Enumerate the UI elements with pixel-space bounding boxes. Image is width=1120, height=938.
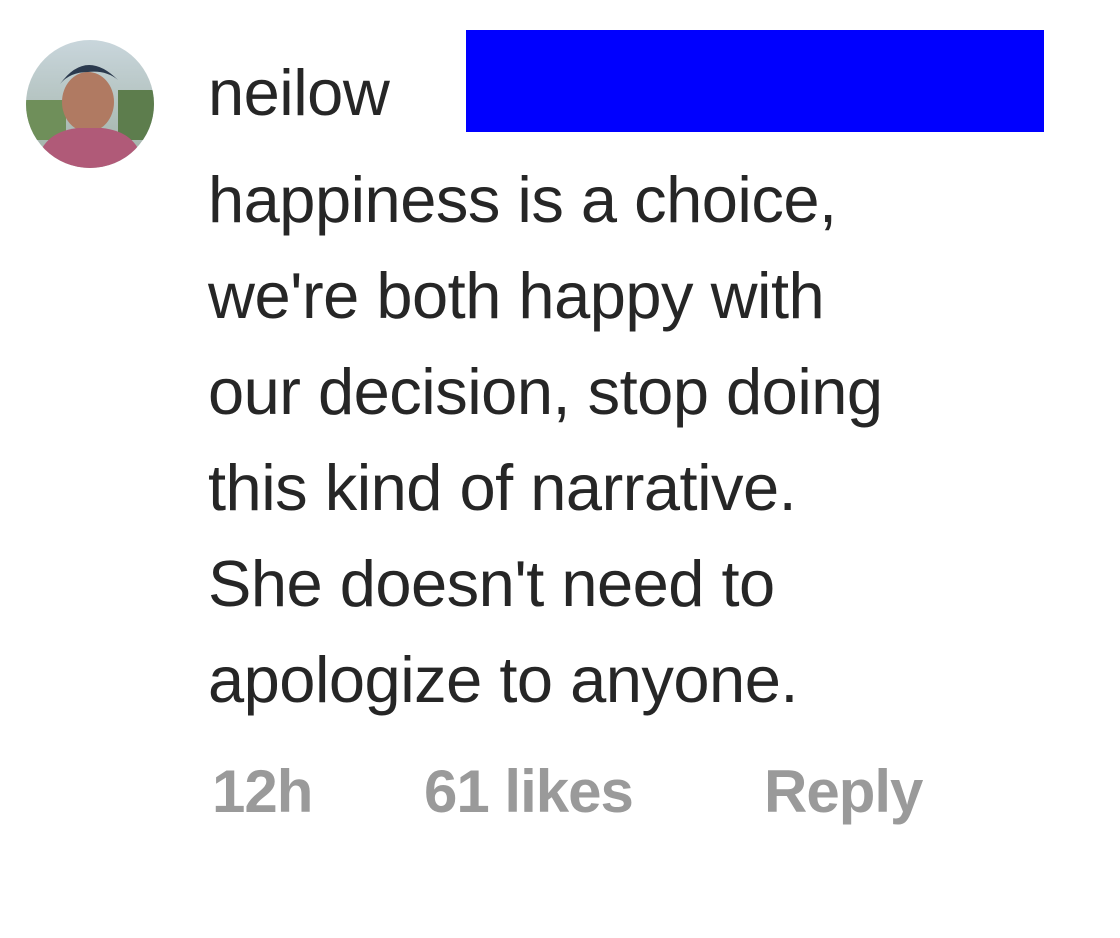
comment-line: apologize to anyone.: [208, 643, 798, 716]
avatar-photo-icon: [26, 40, 154, 168]
reply-button[interactable]: Reply: [764, 752, 923, 832]
comment: neilow happiness is a choice, we're both…: [0, 0, 1120, 938]
username[interactable]: neilow: [208, 52, 390, 134]
comment-line: our decision, stop doing: [208, 355, 883, 428]
comment-line: we're both happy with: [208, 259, 825, 332]
timestamp: 12h: [212, 758, 313, 825]
comment-text: happiness is a choice, we're both happy …: [208, 152, 1108, 728]
likes-count-button[interactable]: 61 likes: [424, 752, 634, 832]
comment-line: happiness is a choice,: [208, 163, 837, 236]
user-avatar[interactable]: [26, 40, 154, 168]
redaction-box: [466, 30, 1044, 132]
comment-line: this kind of narrative.: [208, 451, 797, 524]
comment-line: She doesn't need to: [208, 547, 775, 620]
